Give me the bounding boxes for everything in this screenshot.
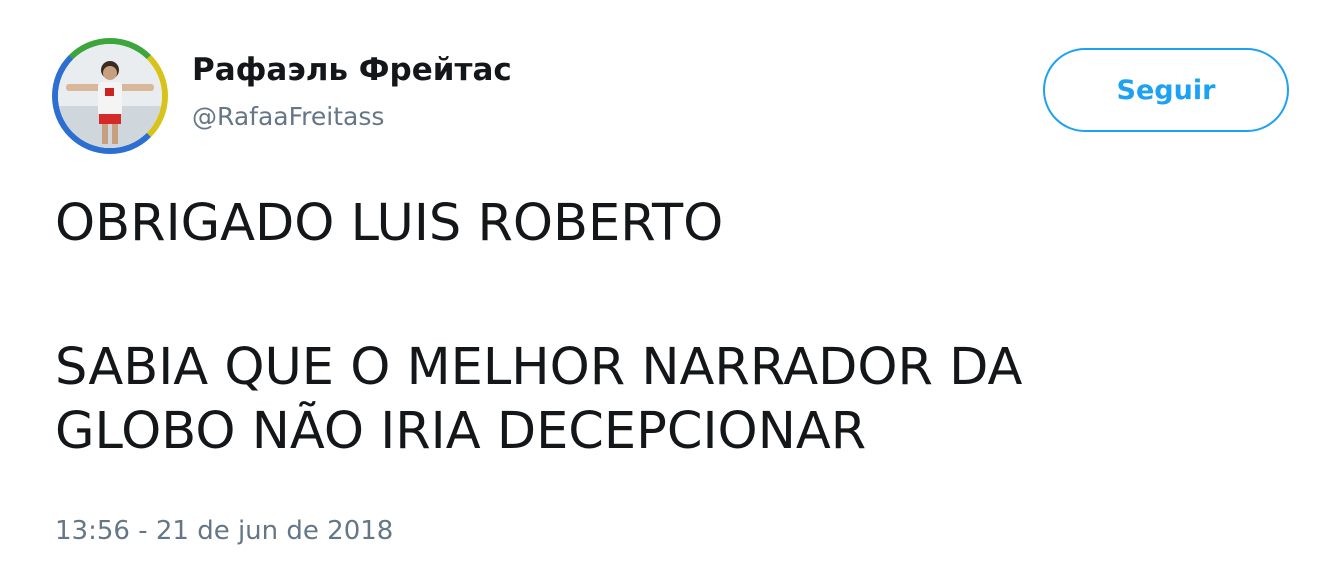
tweet-text-line: GLOBO NÃO IRIA DECEPCIONAR — [55, 402, 867, 461]
tweet-text: OBRIGADO LUIS ROBERTO SABIA QUE O MELHOR… — [55, 192, 1285, 464]
avatar-photo-icon — [58, 44, 162, 148]
follow-button[interactable]: Seguir — [1043, 48, 1289, 132]
user-handle[interactable]: @RafaaFreitass — [192, 100, 384, 134]
tweet-timestamp[interactable]: 13:56 - 21 de jun de 2018 — [55, 514, 393, 548]
tweet-text-line: OBRIGADO LUIS ROBERTO — [55, 194, 724, 253]
display-name[interactable]: Рафаэль Фрейтас — [192, 50, 512, 90]
tweet-text-line: SABIA QUE O MELHOR NARRADOR DA — [55, 338, 1023, 397]
tweet-card: Рафаэль Фрейтас @RafaaFreitass Seguir OB… — [0, 0, 1326, 575]
avatar[interactable] — [52, 38, 168, 154]
